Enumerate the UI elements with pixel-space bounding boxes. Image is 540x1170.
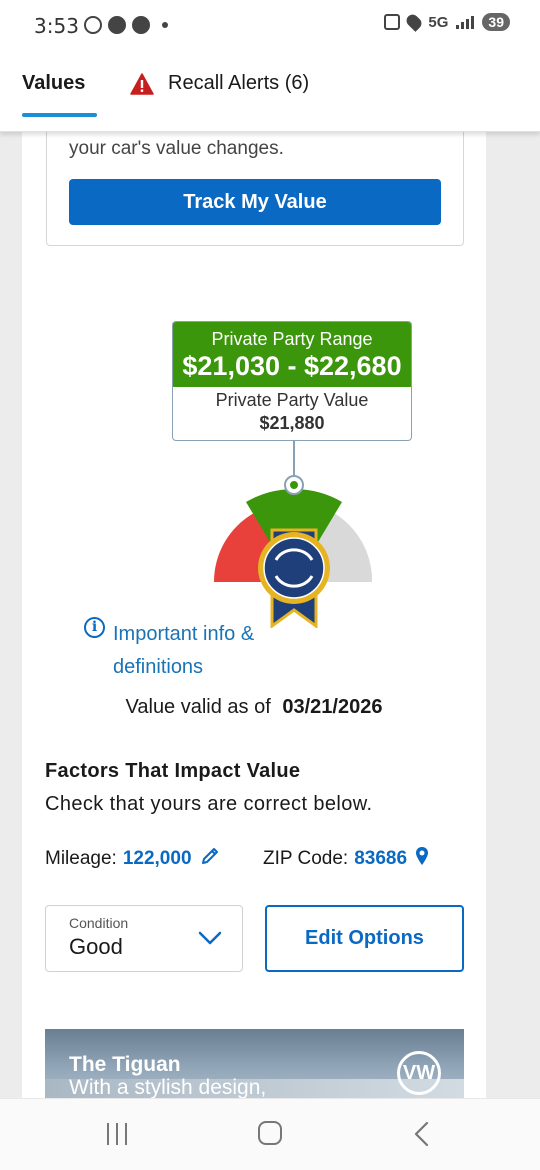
network-label: 5G xyxy=(428,13,449,31)
mute-icon xyxy=(384,14,401,30)
zip-row[interactable]: ZIP Code: 83686 xyxy=(263,846,429,872)
mileage-label: Mileage: xyxy=(45,848,117,869)
track-my-value-button[interactable]: Track My Value xyxy=(69,179,441,225)
private-party-value: Private Party Value $21,880 xyxy=(173,387,411,434)
factors-subtitle: Check that yours are correct below. xyxy=(45,793,373,815)
zip-label: ZIP Code: xyxy=(263,848,349,869)
home-button[interactable] xyxy=(258,1121,282,1145)
tab-values[interactable]: Values xyxy=(22,72,85,95)
status-bar: 3:53 5G 39 xyxy=(0,0,540,52)
valid-label: Value valid as of xyxy=(125,696,271,718)
track-value-card: your car's value changes. Track My Value xyxy=(46,132,464,246)
main-content: your car's value changes. Track My Value… xyxy=(22,132,486,1098)
back-button[interactable] xyxy=(412,1121,430,1152)
valid-date: 03/21/2026 xyxy=(282,696,383,718)
important-info-link[interactable]: Important info & definitions xyxy=(113,618,283,684)
chat-icon xyxy=(132,16,150,34)
private-party-range: Private Party Range $21,030 - $22,680 xyxy=(173,322,411,387)
value-amount: $21,880 xyxy=(259,413,325,433)
signal-icon xyxy=(456,15,475,29)
recents-button[interactable] xyxy=(107,1123,127,1145)
status-right: 5G 39 xyxy=(384,12,510,32)
status-time: 3:53 xyxy=(34,14,79,38)
info-icon: i xyxy=(84,617,105,638)
tiguan-ad-banner[interactable]: The Tiguan With a stylish design, VW xyxy=(45,1029,464,1098)
range-value: $21,030 - $22,680 xyxy=(182,351,402,381)
value-gauge xyxy=(213,440,373,628)
warning-icon xyxy=(130,72,154,95)
zip-value[interactable]: 83686 xyxy=(354,848,407,870)
active-tab-indicator xyxy=(22,113,97,117)
factors-title: Factors That Impact Value xyxy=(45,760,301,782)
battery-icon: 39 xyxy=(482,13,510,31)
track-description: your car's value changes. xyxy=(69,138,284,159)
ad-subtitle: With a stylish design, xyxy=(69,1076,267,1098)
ad-title: The Tiguan xyxy=(69,1053,181,1076)
threads-icon xyxy=(84,16,102,34)
condition-select[interactable]: Condition Good xyxy=(45,905,243,972)
location-icon xyxy=(404,12,425,32)
value-validity: Value valid as of 03/21/2026 xyxy=(22,696,486,719)
tab-recall-alerts[interactable]: Recall Alerts (6) xyxy=(130,72,309,95)
facebook-icon xyxy=(108,16,126,34)
mileage-row[interactable]: Mileage: 122,000 xyxy=(45,846,220,872)
edit-options-button[interactable]: Edit Options xyxy=(265,905,464,972)
pencil-icon[interactable] xyxy=(200,846,220,872)
android-nav-bar xyxy=(0,1098,540,1170)
range-label: Private Party Range xyxy=(211,329,373,349)
vw-logo-icon: VW xyxy=(397,1051,441,1095)
chevron-down-icon xyxy=(198,930,222,951)
value-label: Private Party Value xyxy=(215,390,369,410)
condition-value: Good xyxy=(69,934,123,959)
price-range-box: Private Party Range $21,030 - $22,680 Pr… xyxy=(172,321,412,441)
notification-icons xyxy=(84,16,168,34)
tab-bar: Values Recall Alerts (6) xyxy=(0,52,540,132)
kbb-badge-icon xyxy=(258,528,330,628)
condition-label: Condition xyxy=(69,915,129,931)
more-notifications-icon xyxy=(162,22,168,28)
tab-recall-label: Recall Alerts (6) xyxy=(168,72,310,94)
location-pin-icon[interactable] xyxy=(415,846,429,872)
mileage-value[interactable]: 122,000 xyxy=(123,848,192,870)
